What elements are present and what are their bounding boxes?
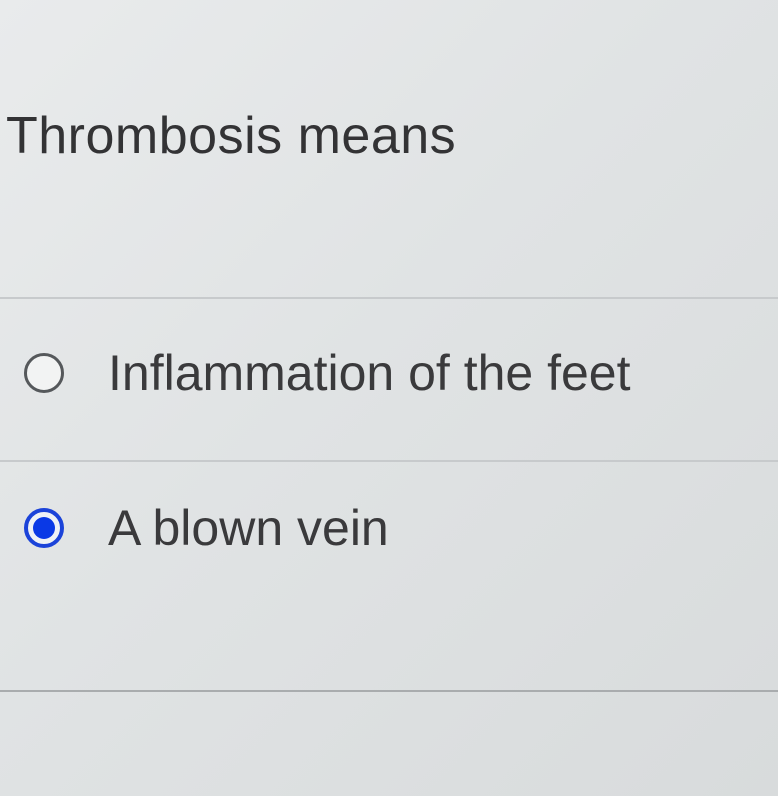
radio-button-unselected[interactable]	[24, 353, 64, 393]
divider	[0, 690, 778, 692]
option-label: Inflammation of the feet	[108, 345, 631, 401]
radio-button-selected[interactable]	[24, 508, 64, 548]
radio-selected-dot-icon	[33, 517, 55, 539]
divider	[0, 297, 778, 299]
answer-option-blown-vein[interactable]: A blown vein	[24, 496, 389, 560]
divider	[0, 460, 778, 462]
question-text: Thrombosis means	[6, 107, 457, 165]
answer-option-inflammation[interactable]: Inflammation of the feet	[24, 341, 631, 405]
option-label: A blown vein	[108, 500, 389, 556]
